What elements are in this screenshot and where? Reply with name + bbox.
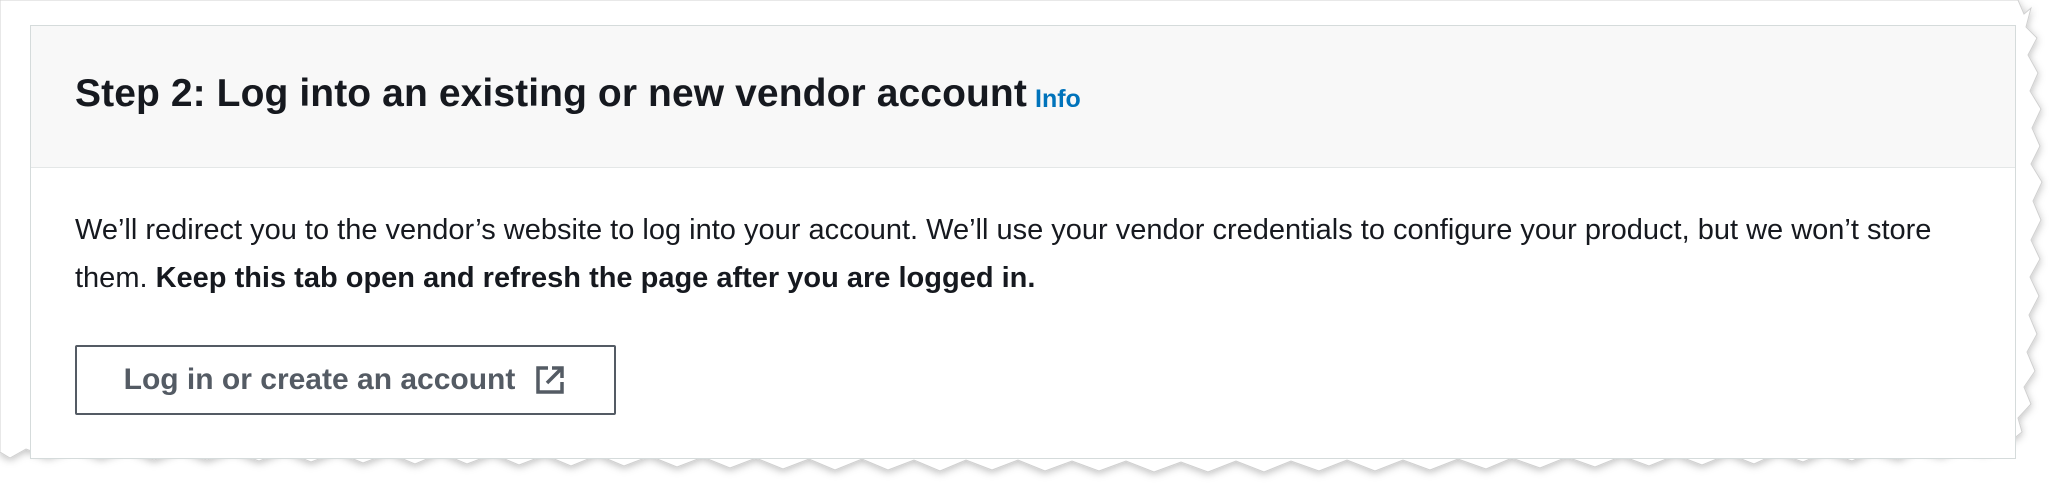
login-button-label: Log in or create an account [123,363,516,396]
vendor-redirect-description: We’ll redirect you to the vendor’s websi… [75,206,1975,302]
login-or-create-account-button[interactable]: Log in or create an account [75,345,616,415]
description-emphasis: Keep this tab open and refresh the page … [155,262,1036,294]
info-link[interactable]: Info [1035,85,1081,114]
panel-header: Step 2: Log into an existing or new vend… [31,26,2015,168]
screenshot-canvas: Step 2: Log into an existing or new vend… [0,0,2060,498]
vendor-login-step-panel: Step 2: Log into an existing or new vend… [30,25,2016,459]
step-title: Step 2: Log into an existing or new vend… [75,72,1027,115]
external-link-icon [536,366,565,394]
